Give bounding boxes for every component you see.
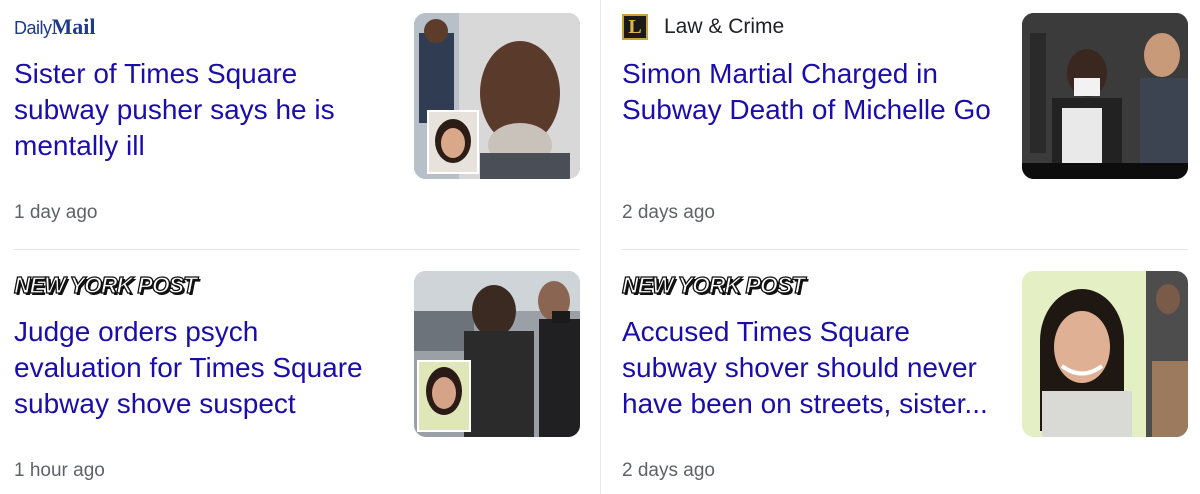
headline-link[interactable]: Simon Martial Charged in Subway Death of… — [622, 56, 992, 128]
headline-link[interactable]: Judge orders psych evaluation for Times … — [14, 314, 384, 422]
news-card[interactable]: L Law & Crime Simon Martial Charged in S… — [622, 10, 1188, 240]
news-photo-icon[interactable] — [414, 13, 580, 179]
source-logo-daily-mail: Daily Mail — [14, 10, 96, 44]
new-york-post-logo: NEW YORK POST — [13, 271, 197, 298]
logo-text: Mail — [51, 14, 96, 39]
news-card[interactable]: Daily Mail Sister of Times Square subway… — [14, 10, 580, 240]
thumbnail-image — [414, 271, 580, 437]
thumbnail-image — [1022, 271, 1188, 437]
timestamp: 2 days ago — [622, 460, 715, 481]
source-logo-new-york-post: NEW YORK POST — [621, 268, 805, 302]
row-divider — [14, 249, 580, 250]
source-logo-law-and-crime: L Law & Crime — [622, 10, 784, 44]
logo-text: Daily — [14, 18, 52, 38]
source-logo-new-york-post: NEW YORK POST — [13, 268, 197, 302]
column-divider — [600, 0, 601, 494]
news-photo-icon[interactable] — [1022, 13, 1188, 179]
news-card[interactable]: NEW YORK POST Judge orders psych evaluat… — [13, 268, 580, 494]
thumbnail-image — [1022, 13, 1188, 179]
timestamp: 1 hour ago — [14, 460, 105, 481]
news-card[interactable]: NEW YORK POST Accused Times Square subwa… — [621, 268, 1188, 494]
timestamp: 2 days ago — [622, 202, 715, 223]
news-results-grid: Daily Mail Sister of Times Square subway… — [0, 0, 1200, 494]
row-divider — [622, 249, 1188, 250]
thumbnail-image — [414, 13, 580, 179]
source-name: Law & Crime — [664, 15, 785, 38]
new-york-post-logo: NEW YORK POST — [621, 271, 805, 298]
news-photo-icon[interactable] — [1022, 271, 1188, 437]
headline-link[interactable]: Accused Times Square subway shover shoul… — [622, 314, 992, 422]
law-crime-logo-icon: L — [622, 14, 648, 40]
headline-link[interactable]: Sister of Times Square subway pusher say… — [14, 56, 384, 164]
timestamp: 1 day ago — [14, 202, 98, 223]
news-photo-icon[interactable] — [414, 271, 580, 437]
daily-mail-logo: Daily Mail — [14, 14, 96, 40]
